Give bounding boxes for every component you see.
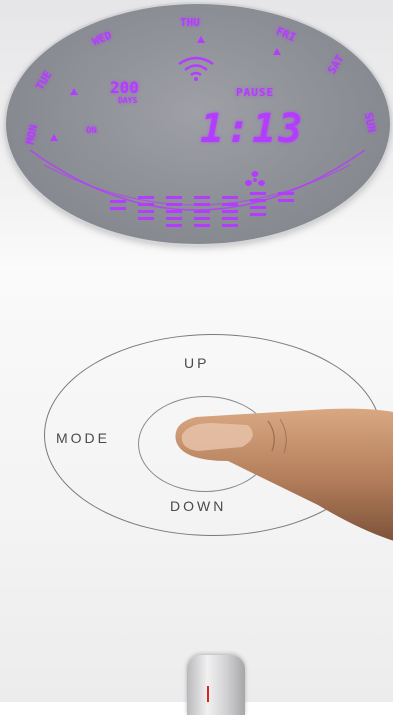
day-thu: THU: [180, 16, 200, 29]
dial-indicator-mark: [207, 686, 209, 702]
day-indicator-thu: [197, 36, 205, 43]
photo-scene: MON TUE WED THU FRI SAT SUN 200 DAYS PAU…: [0, 0, 393, 715]
up-button[interactable]: UP: [184, 355, 209, 371]
mode-button[interactable]: MODE: [56, 430, 110, 446]
schedule-bars: [110, 192, 294, 227]
clock-time: 1:13: [200, 106, 305, 152]
finger-pressing-button: [175, 408, 393, 541]
wifi-icon: [178, 56, 214, 81]
status-pause: PAUSE: [236, 86, 275, 99]
dial-knob[interactable]: [187, 655, 245, 715]
fan-icon: [245, 171, 265, 186]
day-indicator-tue: [70, 88, 78, 95]
day-indicator-mon: [50, 134, 58, 141]
day-counter: 200: [110, 78, 139, 97]
days-label: DAYS: [118, 96, 138, 105]
day-indicator-fri: [273, 48, 281, 55]
power-on-label: ON: [86, 126, 97, 136]
